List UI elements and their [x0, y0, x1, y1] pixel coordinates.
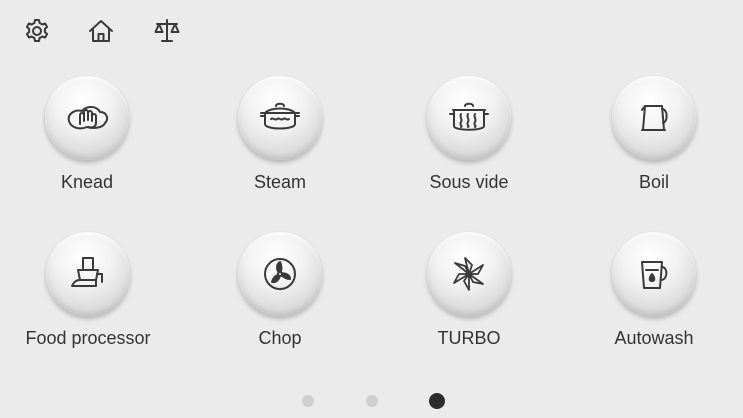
mode-label: Sous vide — [429, 172, 509, 192]
scale-icon — [154, 19, 180, 42]
mode-label: TURBO — [437, 328, 501, 348]
mode-tile-knead[interactable]: Knead — [0, 76, 177, 216]
mode-button[interactable] — [427, 76, 511, 160]
turbo-icon — [453, 257, 484, 291]
food-processor-icon — [71, 257, 103, 287]
mode-label: Steam — [253, 172, 307, 192]
settings-button[interactable] — [20, 14, 54, 48]
mode-button[interactable] — [612, 232, 696, 316]
knead-icon — [67, 106, 109, 130]
steam-icon — [260, 102, 300, 130]
mode-tile-food-processor[interactable]: Food processor — [0, 232, 178, 372]
mode-tile-chop[interactable]: Chop — [190, 232, 370, 372]
mode-label: Autowash — [614, 328, 694, 348]
sous-vide-icon — [449, 102, 489, 131]
mode-label: Food processor — [25, 328, 151, 348]
home-icon — [89, 20, 113, 42]
chop-icon — [264, 258, 296, 290]
autowash-icon — [641, 261, 668, 289]
page-indicator — [0, 392, 743, 412]
home-button[interactable] — [84, 14, 118, 48]
mode-label: Boil — [638, 172, 669, 192]
mode-label: Knead — [60, 172, 114, 192]
cooking-mode-screen: Knead Steam Sous vide Boil Food processo… — [0, 0, 743, 418]
mode-button[interactable] — [46, 232, 130, 316]
mode-button[interactable] — [238, 76, 322, 160]
mode-tile-sous-vide[interactable]: Sous vide — [379, 76, 559, 216]
mode-label: Chop — [258, 328, 302, 348]
mode-button[interactable] — [45, 76, 129, 160]
scale-button[interactable] — [150, 14, 184, 48]
mode-button[interactable] — [427, 232, 511, 316]
mode-tile-turbo[interactable]: TURBO — [379, 232, 559, 372]
mode-tile-steam[interactable]: Steam — [190, 76, 370, 216]
page-dot-2[interactable] — [366, 395, 378, 407]
mode-button[interactable] — [238, 232, 322, 316]
mode-button[interactable] — [612, 76, 696, 160]
page-dot-3-active[interactable] — [429, 393, 445, 409]
mode-tile-autowash[interactable]: Autowash — [564, 232, 743, 372]
gear-icon — [25, 19, 49, 42]
page-dot-1[interactable] — [302, 395, 314, 407]
top-toolbar — [0, 0, 743, 60]
mode-tile-boil[interactable]: Boil — [564, 76, 743, 216]
kettle-icon — [641, 105, 668, 131]
